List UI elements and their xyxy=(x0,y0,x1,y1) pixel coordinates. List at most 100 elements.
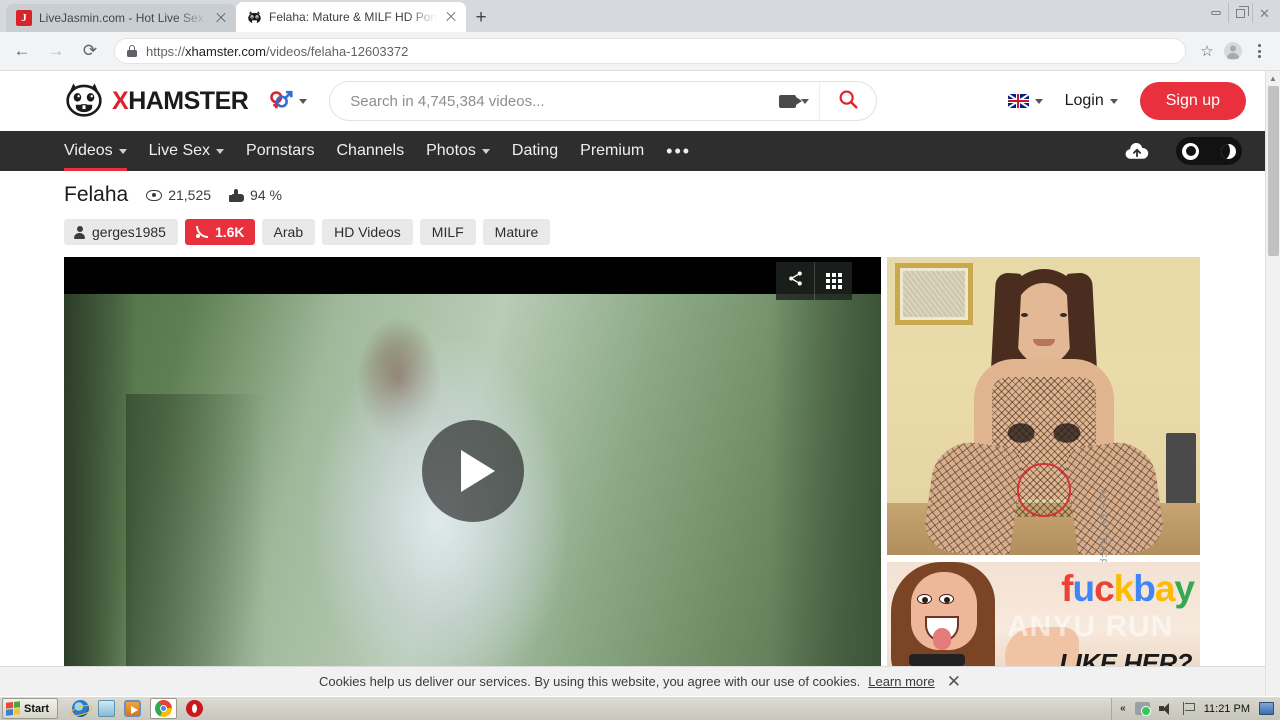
search-category-selector[interactable] xyxy=(771,94,810,108)
nav-more-button[interactable]: ••• xyxy=(666,142,691,160)
page-content: Felaha 21,525 94 % gerges1985 1.6K Arab xyxy=(0,171,1280,687)
browser-tab-xhamster[interactable]: Felaha: Mature & MILF HD Porn Vide xyxy=(236,2,466,32)
quick-launch-bar xyxy=(64,698,211,719)
play-button[interactable] xyxy=(421,420,524,522)
tab-title: LiveJasmin.com - Hot Live Sex Show xyxy=(39,11,207,25)
volume-icon[interactable] xyxy=(1158,702,1173,715)
tag-hd-videos[interactable]: HD Videos xyxy=(322,219,413,245)
main-area: ADS BY TRAFFICSTARS ANYU RUN fuckbay LIK… xyxy=(64,257,1280,687)
logo-letter: u xyxy=(1072,568,1095,609)
tag-mature[interactable]: Mature xyxy=(482,219,551,245)
video-title-row: Felaha 21,525 94 % xyxy=(64,183,1280,207)
nav-item-dating[interactable]: Dating xyxy=(512,131,558,171)
nav-item-live-sex[interactable]: Live Sex xyxy=(148,131,225,171)
show-desktop-icon[interactable] xyxy=(1259,702,1274,715)
share-button[interactable] xyxy=(776,262,814,300)
login-button[interactable]: Login xyxy=(1065,92,1118,110)
tag-milf[interactable]: MILF xyxy=(419,219,476,245)
ad-model-figure xyxy=(921,267,1166,555)
search-submit-button[interactable] xyxy=(819,81,878,121)
start-button[interactable]: Start xyxy=(2,698,59,719)
opera-icon[interactable] xyxy=(186,700,204,717)
page-scrollbar[interactable]: ▲ xyxy=(1265,71,1280,696)
livejasmin-favicon: J xyxy=(16,10,32,26)
nav-item-videos[interactable]: Videos xyxy=(64,131,127,171)
search-box[interactable] xyxy=(329,81,820,121)
page-viewport: XHAMSTER Search in 4,745,384 videos... L… xyxy=(0,71,1280,696)
nav-item-photos[interactable]: Photos xyxy=(426,131,490,171)
chevron-down-icon xyxy=(1034,98,1043,104)
nav-label: Live Sex xyxy=(148,142,211,159)
site-logo[interactable]: XHAMSTER xyxy=(64,81,249,122)
page-title: Felaha xyxy=(64,183,129,206)
ad-watermark: ANYU RUN xyxy=(1007,610,1174,643)
minimize-button[interactable] xyxy=(1204,3,1228,23)
browser-tab-livejasmin[interactable]: J LiveJasmin.com - Hot Live Sex Show xyxy=(6,4,236,32)
window-controls: ✕ xyxy=(1204,3,1276,23)
user-icon xyxy=(74,225,85,239)
ad-banner-1[interactable] xyxy=(887,257,1200,555)
scroll-up-arrow[interactable]: ▲ xyxy=(1266,71,1280,86)
logo-text: XHAMSTER xyxy=(112,86,249,116)
bookmark-star-icon[interactable]: ☆ xyxy=(1194,38,1220,64)
uploader-tag[interactable]: gerges1985 xyxy=(64,219,178,245)
close-window-button[interactable]: ✕ xyxy=(1252,3,1276,23)
upload-cloud-icon[interactable] xyxy=(1124,142,1150,160)
media-player-icon[interactable] xyxy=(124,700,142,717)
tab-title: Felaha: Mature & MILF HD Porn Vide xyxy=(269,10,437,24)
tag-arab[interactable]: Arab xyxy=(261,219,316,245)
chrome-taskbar-button[interactable] xyxy=(150,698,178,719)
views-count: 21,525 xyxy=(168,187,212,203)
close-icon[interactable] xyxy=(444,10,458,24)
site-header: XHAMSTER Search in 4,745,384 videos... L… xyxy=(0,71,1280,131)
hamster-logo-icon xyxy=(64,81,104,122)
tray-expand-icon[interactable]: « xyxy=(1120,703,1126,714)
windows-logo-icon xyxy=(6,701,20,716)
search-input[interactable] xyxy=(350,92,772,110)
subscribe-badge[interactable]: 1.6K xyxy=(184,219,255,245)
gender-preference-selector[interactable] xyxy=(268,87,308,116)
browser-toolbar: ← → ⟳ https://xhamster.com/videos/felaha… xyxy=(0,32,1280,71)
search-bar xyxy=(329,81,878,121)
logo-x: X xyxy=(112,86,129,115)
close-icon[interactable]: ✕ xyxy=(947,673,961,690)
chrome-menu-button[interactable] xyxy=(1246,38,1272,64)
reload-button[interactable]: ⟳ xyxy=(76,37,104,65)
close-icon[interactable] xyxy=(214,11,228,25)
video-player[interactable] xyxy=(64,257,881,685)
logo-letter: y xyxy=(1174,568,1195,609)
chevron-down-icon xyxy=(118,148,127,154)
nav-item-pornstars[interactable]: Pornstars xyxy=(246,131,314,171)
forward-button[interactable]: → xyxy=(42,37,70,65)
scrollbar-thumb[interactable] xyxy=(1268,86,1279,256)
uploader-name: gerges1985 xyxy=(92,224,166,240)
chevron-down-icon xyxy=(801,98,810,104)
back-button[interactable]: ← xyxy=(8,37,36,65)
folder-icon[interactable] xyxy=(98,700,116,717)
nav-label: Channels xyxy=(336,142,405,159)
security-flag-icon[interactable] xyxy=(1182,702,1195,715)
eye-icon xyxy=(146,189,163,201)
theme-toggle[interactable] xyxy=(1176,137,1242,165)
profile-avatar[interactable] xyxy=(1220,38,1246,64)
fuckbay-logo: fuckbay xyxy=(1061,568,1195,609)
cookie-learn-more-link[interactable]: Learn more xyxy=(868,674,934,689)
internet-explorer-icon[interactable] xyxy=(72,700,90,717)
network-icon[interactable] xyxy=(1134,702,1151,716)
nav-item-channels[interactable]: Channels xyxy=(336,131,404,171)
url-path: /videos/felaha-12603372 xyxy=(265,43,409,59)
clock[interactable]: 11:21 PM xyxy=(1204,703,1250,715)
signup-button[interactable]: Sign up xyxy=(1139,82,1246,120)
maximize-button[interactable] xyxy=(1228,3,1252,23)
video-camera-icon xyxy=(779,94,803,108)
views-stat: 21,525 xyxy=(146,187,211,203)
rating-value: 94 % xyxy=(250,187,282,203)
nav-item-premium[interactable]: Premium xyxy=(580,131,644,171)
new-tab-button[interactable]: + xyxy=(466,4,496,32)
nav-label: Photos xyxy=(426,142,476,159)
chrome-icon xyxy=(155,700,173,717)
playlist-button[interactable] xyxy=(814,262,852,300)
address-bar[interactable]: https://xhamster.com/videos/felaha-12603… xyxy=(114,38,1186,64)
windows-taskbar: Start « 11:21 PM xyxy=(0,696,1280,720)
language-selector[interactable] xyxy=(1007,94,1043,108)
